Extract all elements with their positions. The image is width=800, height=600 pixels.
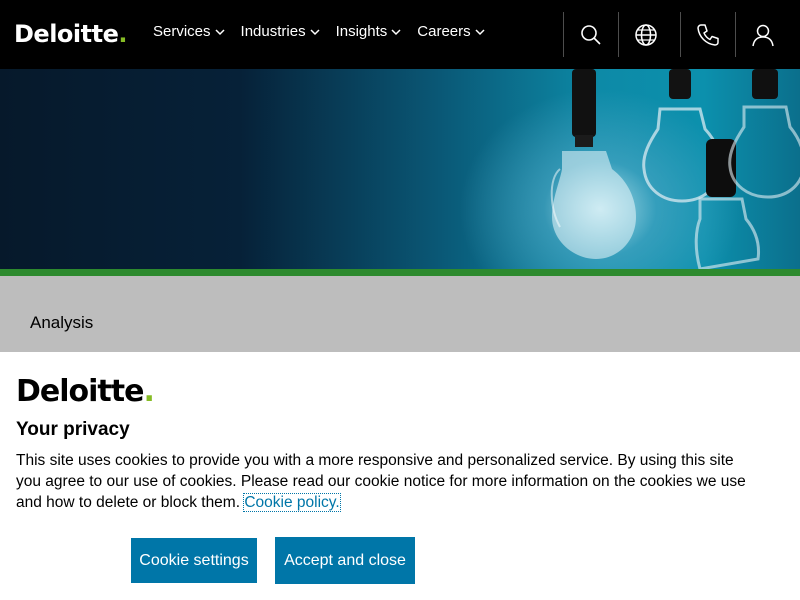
chevron-down-icon <box>310 29 320 36</box>
account-button[interactable] <box>736 12 790 57</box>
nav-item-label: Services <box>153 23 211 40</box>
cookie-banner: Deloitte. Your privacy This site uses co… <box>0 352 800 600</box>
user-icon <box>752 24 774 46</box>
phone-icon <box>697 23 719 46</box>
accent-bar <box>0 269 800 276</box>
chevron-down-icon <box>475 29 485 36</box>
contact-button[interactable] <box>681 12 735 57</box>
accept-and-close-button[interactable]: Accept and close <box>275 537 415 584</box>
nav-item-label: Insights <box>335 23 388 40</box>
nav-item-label: Careers <box>417 23 471 40</box>
cookie-banner-logo: Deloitte. <box>16 374 155 410</box>
deloitte-logo[interactable]: Deloitte. <box>14 18 127 50</box>
section-label: Analysis <box>30 313 94 332</box>
section-band <box>0 276 800 352</box>
cookie-banner-title: Your privacy <box>16 419 130 440</box>
cookie-banner-body: This site uses cookies to provide you wi… <box>16 452 746 511</box>
site-header: Deloitte. Services Industries Insights C… <box>0 0 800 69</box>
logo-dot: . <box>143 374 154 409</box>
globe-icon <box>635 23 657 46</box>
nav-item-industries[interactable]: Industries <box>241 22 321 42</box>
language-button[interactable] <box>619 12 673 57</box>
nav-item-careers[interactable]: Careers <box>417 22 485 42</box>
logo-text: Deloitte <box>14 20 119 48</box>
chevron-down-icon <box>215 29 225 36</box>
chevron-down-icon <box>391 29 401 36</box>
cookie-banner-text: This site uses cookies to provide you wi… <box>16 450 746 513</box>
logo-dot: . <box>118 20 127 48</box>
light-bulbs-illustration <box>550 69 800 269</box>
search-icon <box>581 24 601 45</box>
main-nav: Services Industries Insights Careers <box>153 22 501 42</box>
hero-image <box>0 69 800 269</box>
nav-item-label: Industries <box>240 23 306 40</box>
cookie-settings-button[interactable]: Cookie settings <box>131 538 257 583</box>
cookie-policy-link[interactable]: Cookie policy. <box>243 493 341 512</box>
nav-item-services[interactable]: Services <box>153 22 226 42</box>
search-button[interactable] <box>564 12 618 57</box>
nav-item-insights[interactable]: Insights <box>336 22 403 42</box>
logo-text: Deloitte <box>16 374 144 409</box>
